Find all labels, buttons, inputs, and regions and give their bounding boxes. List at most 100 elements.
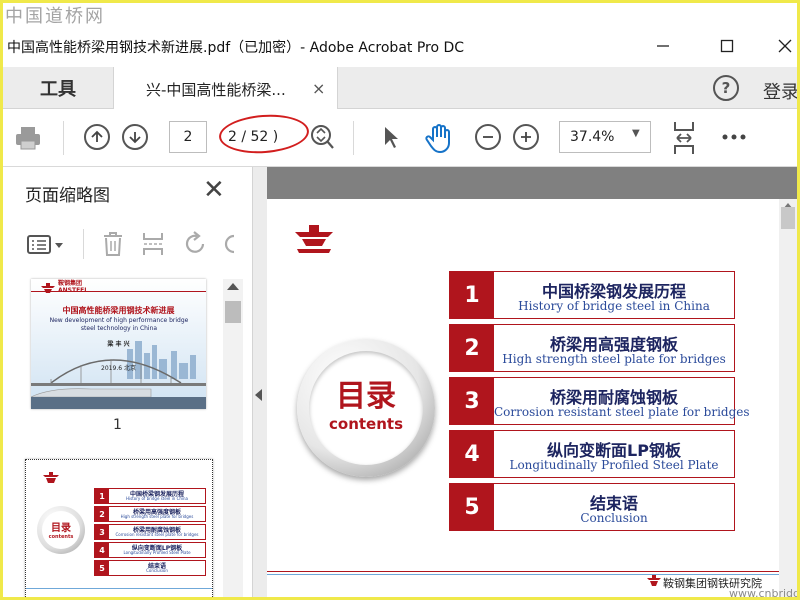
chevron-down-icon: ▼ — [632, 128, 640, 139]
main-toolbar: 2 2 / 52 ) 37.4% ▼ — [3, 109, 797, 167]
document-scrollbar-thumb[interactable] — [781, 207, 795, 229]
thumb-contents-en: contents — [48, 534, 74, 540]
toc-item[interactable]: 4 纵向变断面LP钢板 Longitudinally Profiled Steel … — [449, 430, 735, 478]
thumb-footer-line — [26, 588, 212, 589]
toolbar-separator — [63, 121, 64, 155]
next-page-button[interactable] — [122, 124, 148, 150]
zoom-select[interactable]: 37.4% ▼ — [559, 121, 651, 153]
login-button[interactable]: 登录 — [763, 78, 797, 104]
thumb-contents-inner: 目录 contents — [42, 511, 80, 549]
panel-scrollbar-thumb[interactable] — [225, 301, 241, 323]
panel-toolbar — [3, 223, 253, 267]
rotate-clockwise-icon — [224, 234, 235, 254]
maximize-button[interactable] — [707, 31, 747, 61]
minimize-button[interactable] — [643, 31, 683, 61]
zoom-in-button[interactable] — [513, 124, 539, 150]
hand-tool-button[interactable] — [423, 121, 455, 155]
fit-page-icon — [674, 122, 694, 154]
document-scrollbar[interactable] — [779, 199, 797, 597]
toc-item-number: 5 — [450, 484, 494, 530]
title-bar: 中国高性能桥梁用钢技术新进展.pdf（已加密）- Adobe Acrobat P… — [3, 25, 797, 67]
ansteel-logo-icon — [43, 472, 59, 483]
delete-page-button[interactable] — [101, 231, 125, 261]
thumb-toc-item: 1 中国桥梁钢发展历程 History of bridge steel in Chi… — [94, 488, 206, 504]
page-number-input[interactable]: 2 — [169, 121, 207, 153]
thumbnail-options-button[interactable] — [27, 233, 67, 261]
thumbnail-page-number: 1 — [113, 417, 122, 433]
toc-item[interactable]: 2 桥梁用高强度钢板 High strength steel plate for b… — [449, 324, 735, 372]
panel-splitter[interactable] — [253, 167, 267, 597]
toc-item-title-en: History of bridge steel in China — [518, 299, 710, 313]
contents-heading-cn: 目录 — [336, 379, 396, 414]
page-thumbnail-1[interactable]: 鞍钢集团 ANSTEEL 中国高性能桥梁用钢技术新进展 New developm… — [31, 279, 206, 409]
zoom-out-icon — [483, 136, 493, 138]
toc-item[interactable]: 1 中国桥梁钢发展历程 History of bridge steel in Chi… — [449, 271, 735, 319]
thumb-contents-circle: 目录 contents — [37, 506, 85, 554]
help-icon[interactable]: ? — [713, 75, 739, 101]
ansteel-logo-icon — [295, 225, 333, 253]
thumb-toc-title-en: High strength steel plate for bridges — [120, 514, 194, 519]
thumb-toc-number: 5 — [95, 561, 109, 575]
tab-document[interactable]: 兴-中国高性能桥梁... × — [113, 67, 338, 110]
panel-close-icon[interactable]: ✕ — [203, 177, 225, 203]
collapse-panel-icon[interactable] — [255, 389, 262, 401]
contents-emblem-inner: 目录 contents — [309, 351, 423, 465]
zoom-in-icon — [521, 132, 531, 142]
window-title: 中国高性能桥梁用钢技术新进展.pdf（已加密）- Adobe Acrobat P… — [7, 40, 465, 56]
thumb-toc-item: 4 纵向变断面LP钢板 Longitudinally Profiled Steel … — [94, 542, 206, 558]
zoom-out-button[interactable] — [475, 124, 501, 150]
zoom-value: 37.4% — [570, 129, 615, 145]
thumb-toc-item: 5 结束语 Conclusion — [94, 560, 206, 576]
close-icon — [778, 39, 792, 53]
panel-title: 页面缩略图 — [25, 186, 110, 206]
panel-scrollbar[interactable] — [223, 279, 243, 597]
page-scroll-button[interactable] — [309, 123, 335, 151]
page-count: 2 / 52 ) — [228, 129, 279, 145]
contents-emblem: 目录 contents — [297, 339, 435, 477]
acrobat-window: 中国道桥网 中国高性能桥梁用钢技术新进展.pdf（已加密）- Adobe Acr… — [0, 0, 800, 600]
toc-item[interactable]: 5 结束语 Conclusion — [449, 483, 735, 531]
slide-page-2: 目录 contents 1 中国桥梁钢发展历程 History of bridge … — [267, 199, 779, 597]
minimize-icon — [657, 45, 669, 47]
document-top-band — [267, 167, 797, 199]
rotate-page-button[interactable] — [183, 231, 209, 261]
thumb-toc-number: 2 — [95, 507, 109, 521]
tab-close-icon[interactable]: × — [312, 79, 325, 98]
prev-page-icon — [91, 130, 103, 142]
thumb-toc-number: 3 — [95, 525, 109, 539]
trash-icon — [104, 232, 122, 256]
page-scroll-icon — [311, 125, 334, 149]
insert-page-button[interactable] — [141, 231, 165, 261]
toc-item-title-en: Corrosion resistant steel plate for brid… — [494, 405, 750, 419]
toc-item-number: 1 — [450, 272, 494, 318]
thumb-brand-en: ANSTEEL — [58, 286, 89, 294]
thumb-toc-title-en: Corrosion resistant steel plate for brid… — [115, 532, 199, 537]
toc-item-number: 3 — [450, 378, 494, 424]
thumb-toc-number: 4 — [95, 543, 109, 557]
rotate-icon — [185, 231, 205, 253]
watermark-top: 中国道桥网 — [5, 6, 105, 27]
close-window-button[interactable] — [765, 31, 797, 61]
thumb-author: 梁 丰 兴 — [107, 341, 130, 348]
toc-item-title-en: Longitudinally Profiled Steel Plate — [509, 458, 719, 472]
maximize-icon — [720, 39, 734, 53]
watermark-bottom: www.cnbridge.cn — [729, 587, 800, 600]
scroll-up-arrow-icon[interactable] — [227, 283, 239, 290]
tab-tools[interactable]: 工具 — [3, 67, 113, 109]
rotate-clockwise-button[interactable] — [223, 231, 237, 257]
page-thumbnail-2[interactable]: 目录 contents 1 中国桥梁钢发展历程 History of bridge … — [25, 459, 213, 597]
next-page-icon — [129, 132, 141, 144]
thumb-toc-item: 2 桥梁用高强度钢板 High strength steel plate for b… — [94, 506, 206, 522]
more-tools-button[interactable] — [721, 131, 747, 143]
print-button[interactable] — [13, 123, 43, 153]
toc-item[interactable]: 3 桥梁用耐腐蚀钢板 Corrosion resistant steel plate… — [449, 377, 750, 425]
select-pointer-icon — [385, 127, 398, 148]
prev-page-button[interactable] — [84, 124, 110, 150]
document-view: 目录 contents 1 中国桥梁钢发展历程 History of bridge … — [267, 167, 797, 597]
print-icon — [16, 127, 40, 150]
select-tool-button[interactable] — [379, 123, 403, 153]
thumb-toc-title-en: Longitudinally Profiled Steel Plate — [123, 550, 191, 555]
insert-page-icon — [143, 233, 163, 255]
thumb-toc-title-en: History of bridge steel in China — [125, 496, 189, 501]
fit-page-button[interactable] — [671, 119, 697, 157]
